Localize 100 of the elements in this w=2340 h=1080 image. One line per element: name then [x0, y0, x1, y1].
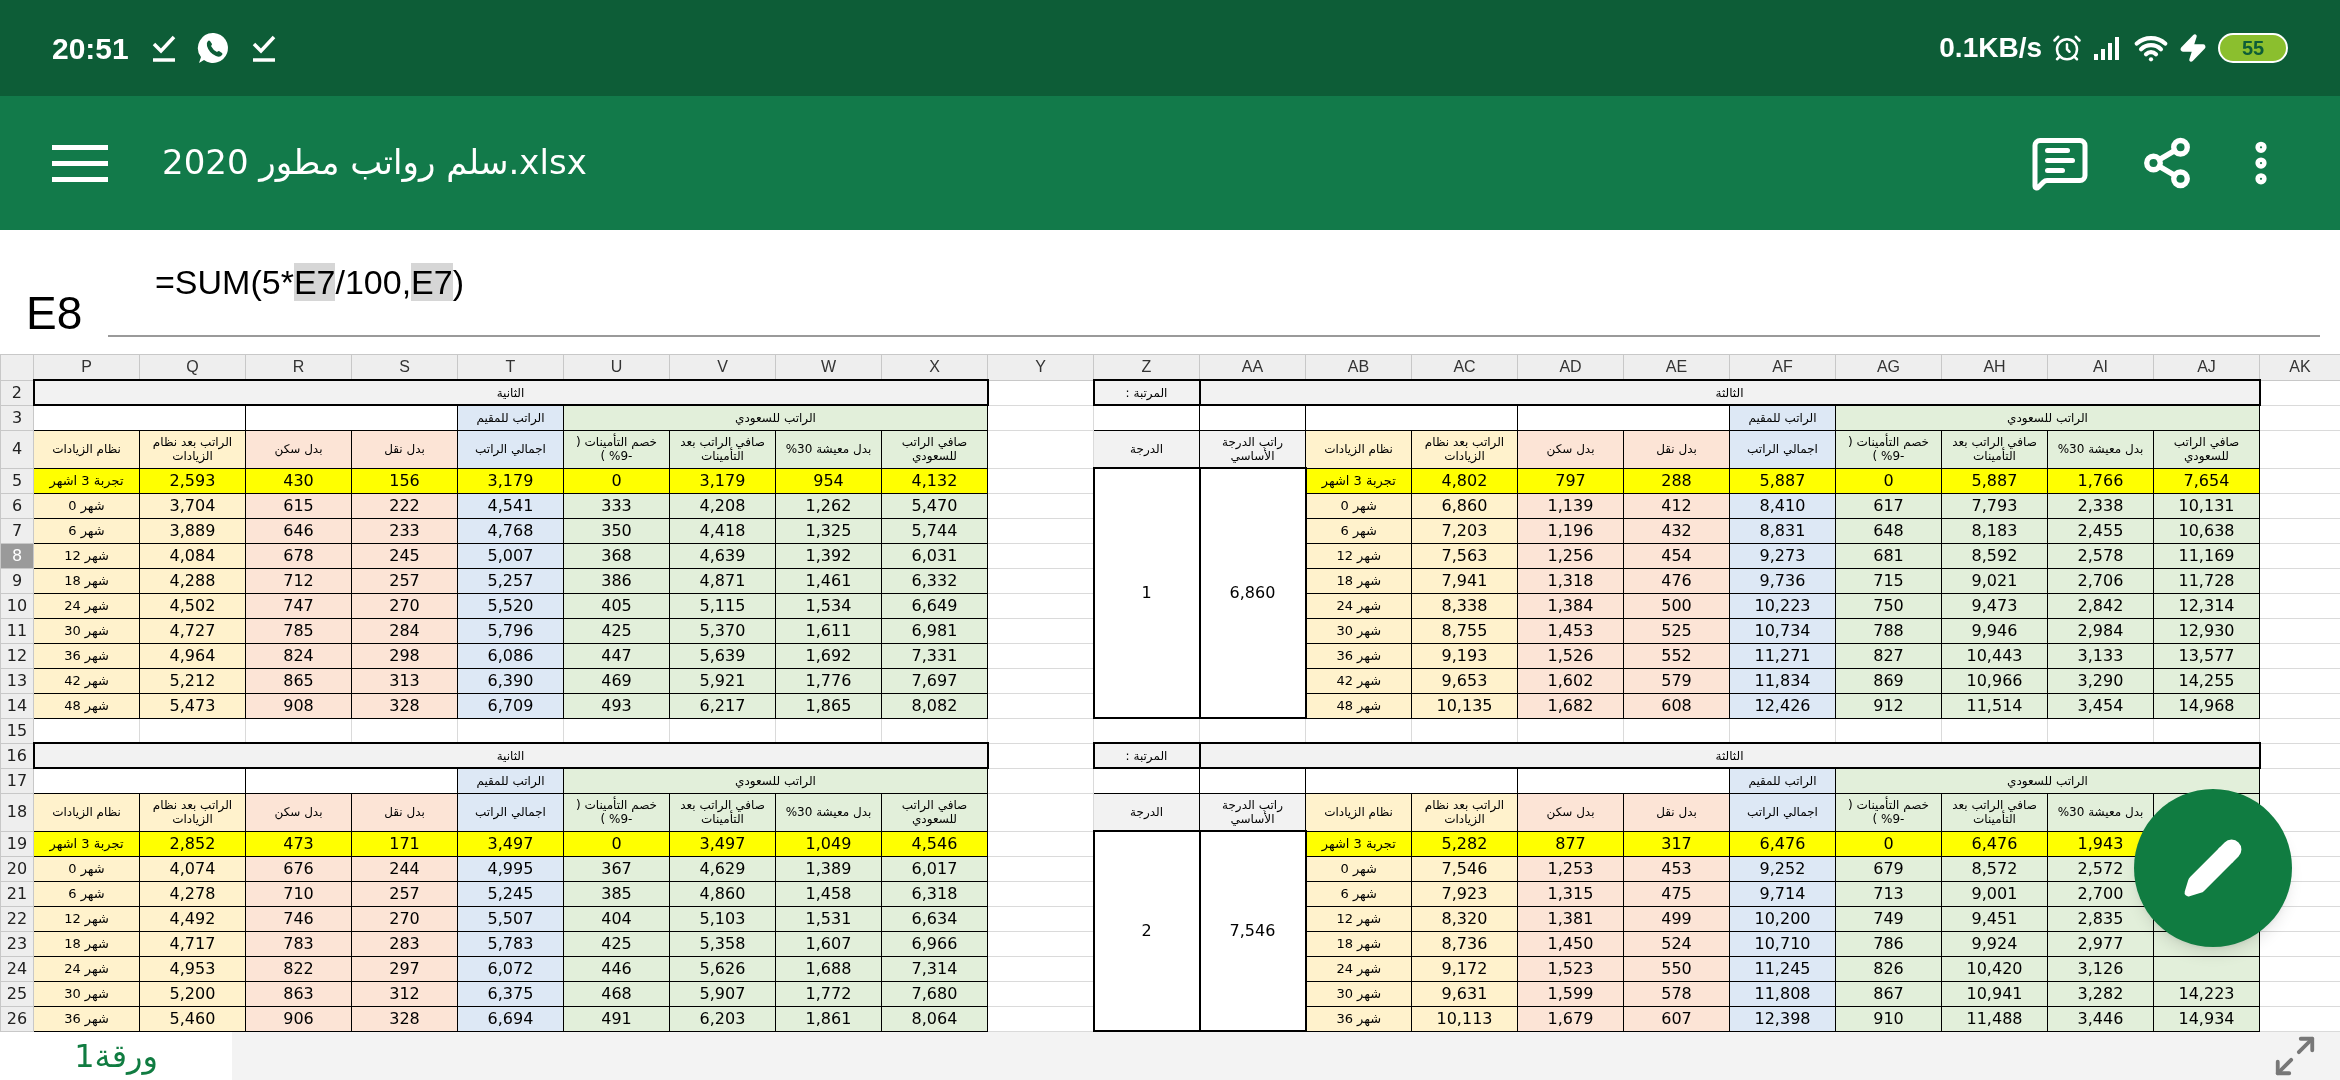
column-letter[interactable]: AC — [1411, 354, 1518, 380]
row-number[interactable]: 6 — [0, 493, 34, 518]
table-cell: 10,966 — [1941, 668, 2048, 693]
column-heading: راتب الدرجة الأساسي — [1199, 430, 1306, 468]
table-cell: 2,455 — [2047, 518, 2154, 543]
table-cell: 9,736 — [1729, 568, 1836, 593]
table-cell: 233 — [351, 518, 458, 543]
column-letter[interactable]: U — [563, 354, 670, 380]
row-number[interactable]: 17 — [0, 768, 34, 793]
table-cell: 8,338 — [1411, 593, 1518, 618]
row-number[interactable]: 19 — [0, 831, 34, 856]
row-number[interactable]: 22 — [0, 906, 34, 931]
column-heading: الدرجة — [1093, 793, 1200, 831]
column-heading: صافي الراتب للسعودي — [881, 430, 988, 468]
table-cell: 5,796 — [457, 618, 564, 643]
column-heading: اجمالي الراتب — [457, 793, 564, 831]
column-heading: صافي الراتب بعد التأمينات — [669, 793, 776, 831]
table-cell: 4,802 — [1411, 468, 1518, 493]
sheet-tab[interactable]: ورقة1 — [0, 1032, 232, 1080]
row-number[interactable]: 20 — [0, 856, 34, 881]
row-number[interactable]: 10 — [0, 593, 34, 618]
row-number[interactable]: 3 — [0, 405, 34, 430]
row-number[interactable]: 25 — [0, 981, 34, 1006]
column-heading: الراتب بعد نظام الزيادات — [1411, 793, 1518, 831]
table-cell: 877 — [1517, 831, 1624, 856]
column-letter[interactable]: Y — [987, 354, 1094, 380]
row-number[interactable]: 16 — [0, 743, 34, 768]
row-number[interactable]: 26 — [0, 1006, 34, 1031]
column-letter[interactable]: AF — [1729, 354, 1836, 380]
table-cell: 9,252 — [1729, 856, 1836, 881]
row-number[interactable]: 15 — [0, 718, 34, 743]
table-cell: 10,420 — [1941, 956, 2048, 981]
row-number[interactable]: 14 — [0, 693, 34, 718]
row-number[interactable]: 9 — [0, 568, 34, 593]
column-letter[interactable]: R — [245, 354, 352, 380]
table-cell: 8,592 — [1941, 543, 2048, 568]
column-letter[interactable]: AH — [1941, 354, 2048, 380]
table-cell: 313 — [351, 668, 458, 693]
column-letter[interactable]: P — [33, 354, 140, 380]
column-letter[interactable]: V — [669, 354, 776, 380]
column-letter[interactable]: Z — [1093, 354, 1200, 380]
row-number[interactable]: 5 — [0, 468, 34, 493]
column-letter[interactable]: AE — [1623, 354, 1730, 380]
column-heading: راتب الدرجة الأساسي — [1199, 793, 1306, 831]
column-letter[interactable]: Q — [139, 354, 246, 380]
row-number[interactable]: 23 — [0, 931, 34, 956]
table-cell: 6,476 — [1729, 831, 1836, 856]
column-letter[interactable]: W — [775, 354, 882, 380]
table-cell: شهر 18 — [33, 568, 140, 593]
table-cell: 954 — [775, 468, 882, 493]
column-letter[interactable]: AJ — [2153, 354, 2260, 380]
table-cell: 12,398 — [1729, 1006, 1836, 1031]
table-cell: 5,358 — [669, 931, 776, 956]
table-cell: 11,245 — [1729, 956, 1836, 981]
column-heading: بدل سكن — [1517, 793, 1624, 831]
row-number[interactable]: 7 — [0, 518, 34, 543]
column-letter[interactable]: AA — [1199, 354, 1306, 380]
table-cell: 13,577 — [2153, 643, 2260, 668]
row-number[interactable]: 21 — [0, 881, 34, 906]
column-letter[interactable]: AB — [1305, 354, 1412, 380]
table-cell: 750 — [1835, 593, 1942, 618]
table-cell: 1,865 — [775, 693, 882, 718]
battery-indicator: 55 — [2218, 33, 2288, 64]
table-cell: 6,649 — [881, 593, 988, 618]
table-cell: 10,638 — [2153, 518, 2260, 543]
row-number[interactable]: 11 — [0, 618, 34, 643]
table-cell: 7,314 — [881, 956, 988, 981]
column-letter[interactable]: S — [351, 354, 458, 380]
table-cell: 3,497 — [457, 831, 564, 856]
bolt-icon — [2178, 33, 2208, 64]
table-cell: 499 — [1623, 906, 1730, 931]
table-cell: 4,278 — [139, 881, 246, 906]
table-cell: 4,860 — [669, 881, 776, 906]
row-number[interactable]: 18 — [0, 793, 34, 831]
column-letter[interactable]: X — [881, 354, 988, 380]
table-cell: 786 — [1835, 931, 1942, 956]
column-letter[interactable]: T — [457, 354, 564, 380]
column-letter[interactable]: AK — [2259, 354, 2340, 380]
table-cell: 648 — [1835, 518, 1942, 543]
table-cell: 0 — [563, 468, 670, 493]
table-cell: 678 — [245, 543, 352, 568]
table-cell: 446 — [563, 956, 670, 981]
pencil-icon — [2182, 837, 2244, 899]
table-cell: شهر 36 — [33, 643, 140, 668]
row-number[interactable]: 24 — [0, 956, 34, 981]
row-number[interactable]: 4 — [0, 430, 34, 468]
column-heading: بدل معيشة 30% — [2047, 430, 2154, 468]
formula-text[interactable]: =SUM(5*E7/100,E7) — [155, 256, 464, 308]
table-cell: 6,390 — [457, 668, 564, 693]
table-cell: 617 — [1835, 493, 1942, 518]
column-letter[interactable]: AI — [2047, 354, 2154, 380]
column-letter[interactable]: AG — [1835, 354, 1942, 380]
column-letter[interactable]: AD — [1517, 354, 1624, 380]
table-cell: 2,852 — [139, 831, 246, 856]
row-number[interactable]: 12 — [0, 643, 34, 668]
table-cell: شهر 24 — [1305, 593, 1412, 618]
table-cell: 910 — [1835, 1006, 1942, 1031]
row-number[interactable]: 2 — [0, 380, 34, 405]
row-number[interactable]: 13 — [0, 668, 34, 693]
menu-icon[interactable] — [52, 142, 108, 183]
